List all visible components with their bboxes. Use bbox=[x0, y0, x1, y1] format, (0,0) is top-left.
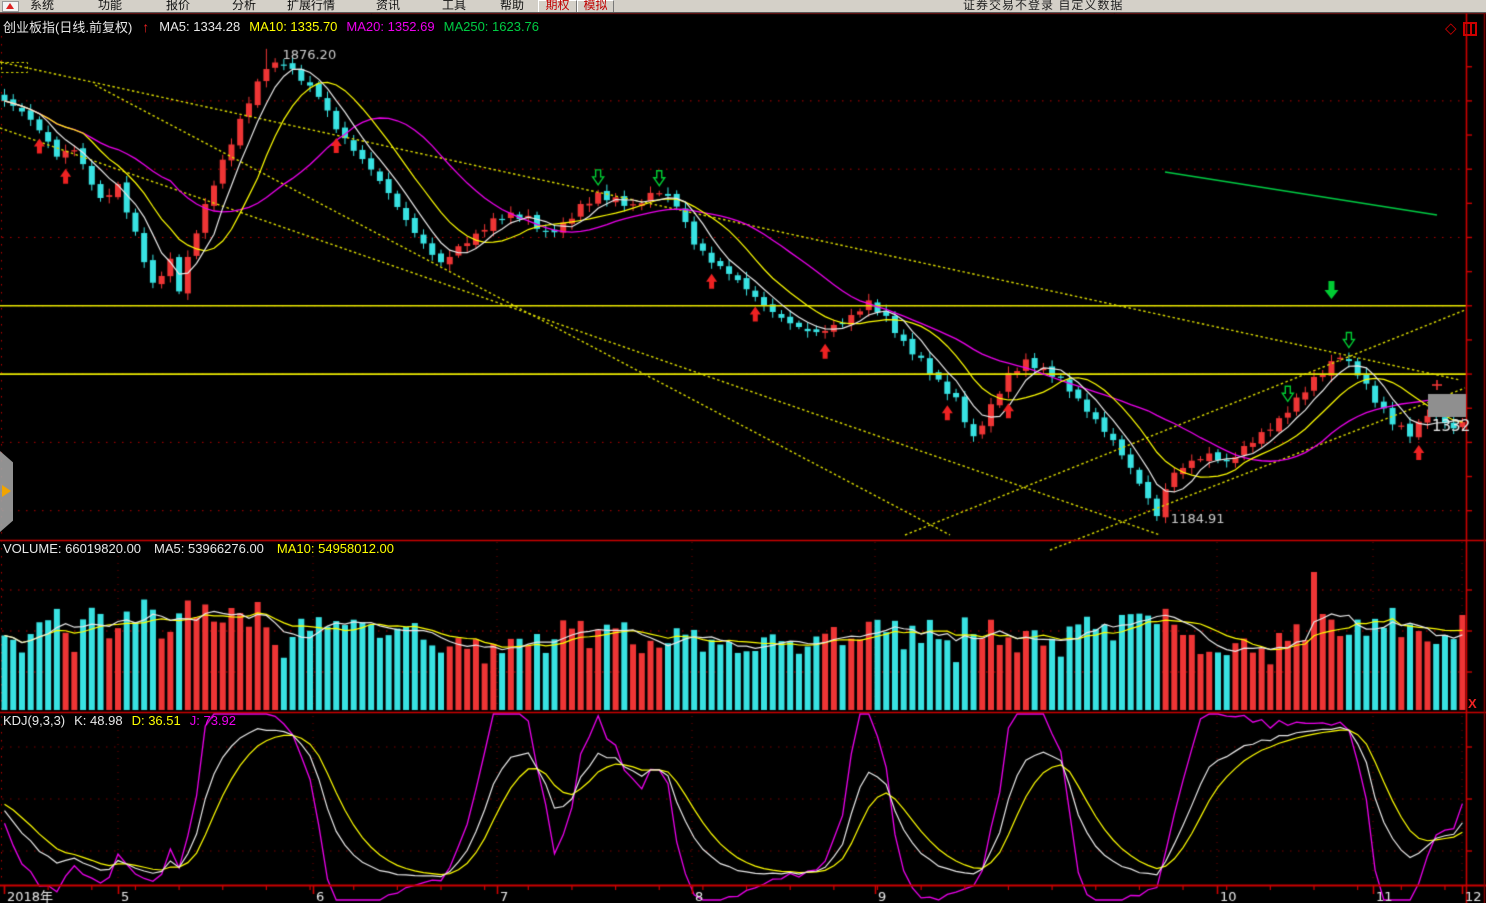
app-logo-icon bbox=[6, 3, 14, 9]
kdj-j-readout: J: 73.92 bbox=[189, 713, 236, 728]
volume-readout: VOLUME: 66019820.00 bbox=[3, 541, 142, 556]
kdj-k-readout: K: 48.98 bbox=[74, 713, 123, 728]
menu-item-quotes[interactable]: 报价 bbox=[166, 0, 190, 12]
ma20-readout: MA20: 1352.69 bbox=[346, 19, 435, 34]
ma5-readout: MA5: 1334.28 bbox=[159, 19, 241, 34]
volume-ma5-readout: MA5: 53966276.00 bbox=[154, 541, 264, 556]
volume-header: VOLUME: 66019820.00 MA5: 53966276.00 MA1… bbox=[3, 541, 394, 556]
chart-canvas[interactable] bbox=[0, 0, 1486, 903]
kdj-header: KDJ(9,3,3) K: 48.98 D: 36.51 J: 73.92 bbox=[3, 713, 236, 728]
menu-item-analysis[interactable]: 分析 bbox=[232, 0, 256, 12]
menu-item-options-hot[interactable]: 期权 bbox=[538, 0, 577, 12]
menu-item-extended-quotes[interactable]: 扩展行情 bbox=[287, 0, 335, 12]
menu-item-news[interactable]: 资讯 bbox=[376, 0, 400, 12]
ma10-readout: MA10: 1335.70 bbox=[249, 19, 338, 34]
app-icon[interactable] bbox=[2, 1, 19, 12]
app-window: 系统 功能 报价 分析 扩展行情 资讯 工具 帮助 期权 模拟 证券交易不登录 … bbox=[0, 0, 1486, 903]
symbol-title: 创业板指(日线.前复权) bbox=[3, 20, 133, 35]
ma250-readout: MA250: 1623.76 bbox=[443, 19, 540, 34]
menu-item-system[interactable]: 系统 bbox=[30, 0, 54, 12]
split-window-icon[interactable] bbox=[1463, 22, 1477, 36]
kdj-pane-close-button[interactable]: X bbox=[1468, 696, 1477, 711]
up-arrow-icon: ↑ bbox=[142, 18, 150, 35]
sidebar-expand-handle[interactable] bbox=[0, 451, 13, 532]
menu-item-simulation-hot[interactable]: 模拟 bbox=[577, 0, 614, 12]
volume-ma10-readout: MA10: 54958012.00 bbox=[276, 541, 395, 556]
menu-bar: 系统 功能 报价 分析 扩展行情 资讯 工具 帮助 期权 模拟 证券交易不登录 … bbox=[0, 0, 1486, 13]
chart-title-row: 创业板指(日线.前复权) ↑ MA5: 1334.28 MA10: 1335.7… bbox=[3, 17, 539, 36]
menu-item-help[interactable]: 帮助 bbox=[500, 0, 524, 12]
menu-item-function[interactable]: 功能 bbox=[98, 0, 122, 12]
split-divider-icon bbox=[1470, 24, 1472, 34]
diamond-icon[interactable]: ◇ bbox=[1445, 19, 1457, 37]
menu-status-text: 证券交易不登录 自定义数据 bbox=[963, 0, 1124, 12]
menu-item-tools[interactable]: 工具 bbox=[442, 0, 466, 12]
kdj-d-readout: D: 36.51 bbox=[131, 713, 181, 728]
kdj-indicator-label: KDJ(9,3,3) bbox=[3, 713, 66, 728]
expand-arrow-icon bbox=[2, 485, 11, 497]
